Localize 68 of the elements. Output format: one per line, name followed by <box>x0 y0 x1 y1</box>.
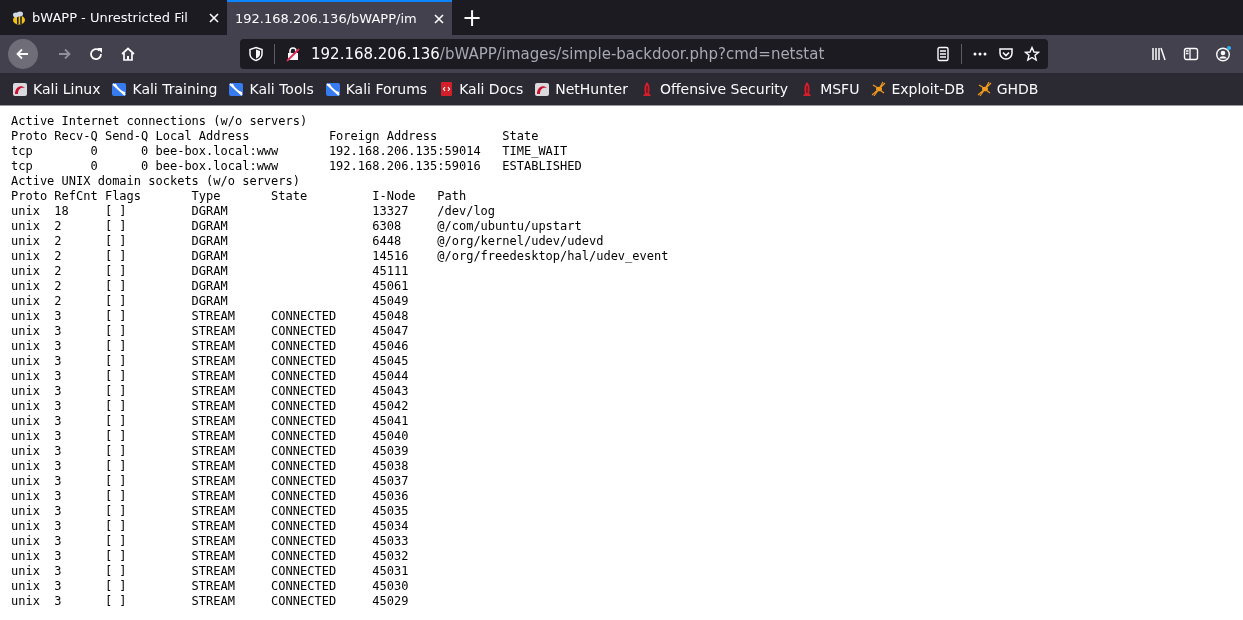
insecure-lock-icon[interactable] <box>285 46 301 62</box>
terminal-output-line: unix 2 [ ] DGRAM 45111 <box>11 264 410 279</box>
reload-icon[interactable] <box>88 46 104 62</box>
bookmark-link[interactable]: MSFU <box>799 81 860 97</box>
bookmark-link[interactable]: Kali Tools <box>228 81 314 97</box>
terminal-output-line: unix 3 [ ] STREAM CONNECTED 45047 <box>11 324 410 339</box>
terminal-output-line: unix 3 [ ] STREAM CONNECTED 45038 <box>11 459 410 474</box>
account-icon[interactable] <box>1215 46 1231 62</box>
bookmark-link[interactable]: Kali Docs <box>438 81 524 97</box>
terminal-output-line: unix 2 [ ] DGRAM 45061 <box>11 279 410 294</box>
bookmark-link[interactable]: GHDB <box>975 81 1039 97</box>
bookmark-link[interactable]: Kali Forums <box>324 81 428 97</box>
shield-icon[interactable] <box>248 46 264 62</box>
close-icon[interactable] <box>434 13 444 24</box>
terminal-output-line: unix 3 [ ] STREAM CONNECTED 45041 <box>11 414 410 429</box>
terminal-output-line: unix 3 [ ] STREAM CONNECTED 45032 <box>11 549 410 564</box>
address-bar[interactable]: 192.168.206.136/bWAPP/images/simple-backdoor.php?cmd=netstat <box>240 39 1048 69</box>
star-icon[interactable] <box>1024 46 1040 62</box>
spider-icon <box>975 81 992 97</box>
terminal-output-line: tcp 0 0 bee-box.local:www 192.168.206.135:59016 ESTABLISHED <box>11 159 583 174</box>
bookmark-link[interactable]: Kali Training <box>111 81 218 97</box>
sidebar-icon[interactable] <box>1183 46 1199 62</box>
terminal-output-line: unix 2 [ ] DGRAM 14516 @/org/freedesktop/hal/udev_event <box>11 249 670 264</box>
terminal-output-line: unix 3 [ ] STREAM CONNECTED 45033 <box>11 534 410 549</box>
terminal-output-line: unix 3 [ ] STREAM CONNECTED 45039 <box>11 444 410 459</box>
terminal-output-line: unix 3 [ ] STREAM CONNECTED 45031 <box>11 564 410 579</box>
terminal-output-line: unix 3 [ ] STREAM CONNECTED 45029 <box>11 594 410 609</box>
terminal-output-line: unix 3 [ ] STREAM CONNECTED 45044 <box>11 369 410 384</box>
forward-icon[interactable] <box>56 46 72 62</box>
terminal-output-line: unix 3 [ ] STREAM CONNECTED 45045 <box>11 354 410 369</box>
bee-icon <box>10 9 26 26</box>
reader-view-icon[interactable] <box>935 46 951 62</box>
terminal-output-line: tcp 0 0 bee-box.local:www 192.168.206.135:59014 TIME_WAIT <box>11 144 569 159</box>
browser-tab[interactable]: bWAPP - Unrestricted Fil <box>2 0 227 35</box>
bookmark-link[interactable]: NetHunter <box>534 81 628 97</box>
new-tab-button[interactable]: + <box>452 0 493 35</box>
terminal-output-line: unix 3 [ ] STREAM CONNECTED 45037 <box>11 474 410 489</box>
tab-title: 192.168.206.136/bWAPP/im <box>235 11 417 26</box>
pocket-icon[interactable] <box>998 46 1014 62</box>
home-icon[interactable] <box>120 46 136 62</box>
close-icon[interactable] <box>209 12 219 23</box>
back-button[interactable] <box>8 39 38 69</box>
bookmark-link[interactable]: Exploit-DB <box>870 81 965 97</box>
library-icon[interactable] <box>1151 46 1167 62</box>
terminal-output-line: unix 2 [ ] DGRAM 6308 @/com/ubuntu/upstart <box>11 219 583 234</box>
document-icon <box>438 81 455 97</box>
terminal-output-line: unix 2 [ ] DGRAM 45049 <box>11 294 410 309</box>
back-icon <box>15 46 31 62</box>
terminal-output-line: unix 3 [ ] STREAM CONNECTED 45030 <box>11 579 410 594</box>
bookmark-link[interactable]: Offensive Security <box>638 81 789 97</box>
terminal-output-line: unix 3 [ ] STREAM CONNECTED 45040 <box>11 429 410 444</box>
terminal-output-line: unix 3 [ ] STREAM CONNECTED 45048 <box>11 309 410 324</box>
terminal-output-line: Proto RefCnt Flags Type State I-Node Path <box>11 189 468 204</box>
terminal-output-line: unix 18 [ ] DGRAM 13327 /dev/log <box>11 204 497 219</box>
browser-tab[interactable]: 192.168.206.136/bWAPP/im <box>227 0 452 35</box>
spider-icon <box>870 81 887 97</box>
terminal-output-line: unix 3 [ ] STREAM CONNECTED 45035 <box>11 504 410 519</box>
bookmark-link[interactable]: Kali Linux <box>12 81 101 97</box>
terminal-output-line: Proto Recv-Q Send-Q Local Address Foreign Address State <box>11 129 540 144</box>
terminal-output-line: Active UNIX domain sockets (w/o servers) <box>11 174 301 189</box>
tab-title: bWAPP - Unrestricted Fil <box>32 10 188 25</box>
terminal-output-line: unix 3 [ ] STREAM CONNECTED 45036 <box>11 489 410 504</box>
terminal-output-line: unix 3 [ ] STREAM CONNECTED 45034 <box>11 519 410 534</box>
terminal-output-line: unix 3 [ ] STREAM CONNECTED 45043 <box>11 384 410 399</box>
terminal-output-line: unix 3 [ ] STREAM CONNECTED 45046 <box>11 339 410 354</box>
terminal-output-line: Active Internet connections (w/o servers) <box>11 114 309 129</box>
terminal-output-line: unix 2 [ ] DGRAM 6448 @/org/kernel/udev/udevd <box>11 234 605 249</box>
terminal-output-line: unix 3 [ ] STREAM CONNECTED 45042 <box>11 399 410 414</box>
